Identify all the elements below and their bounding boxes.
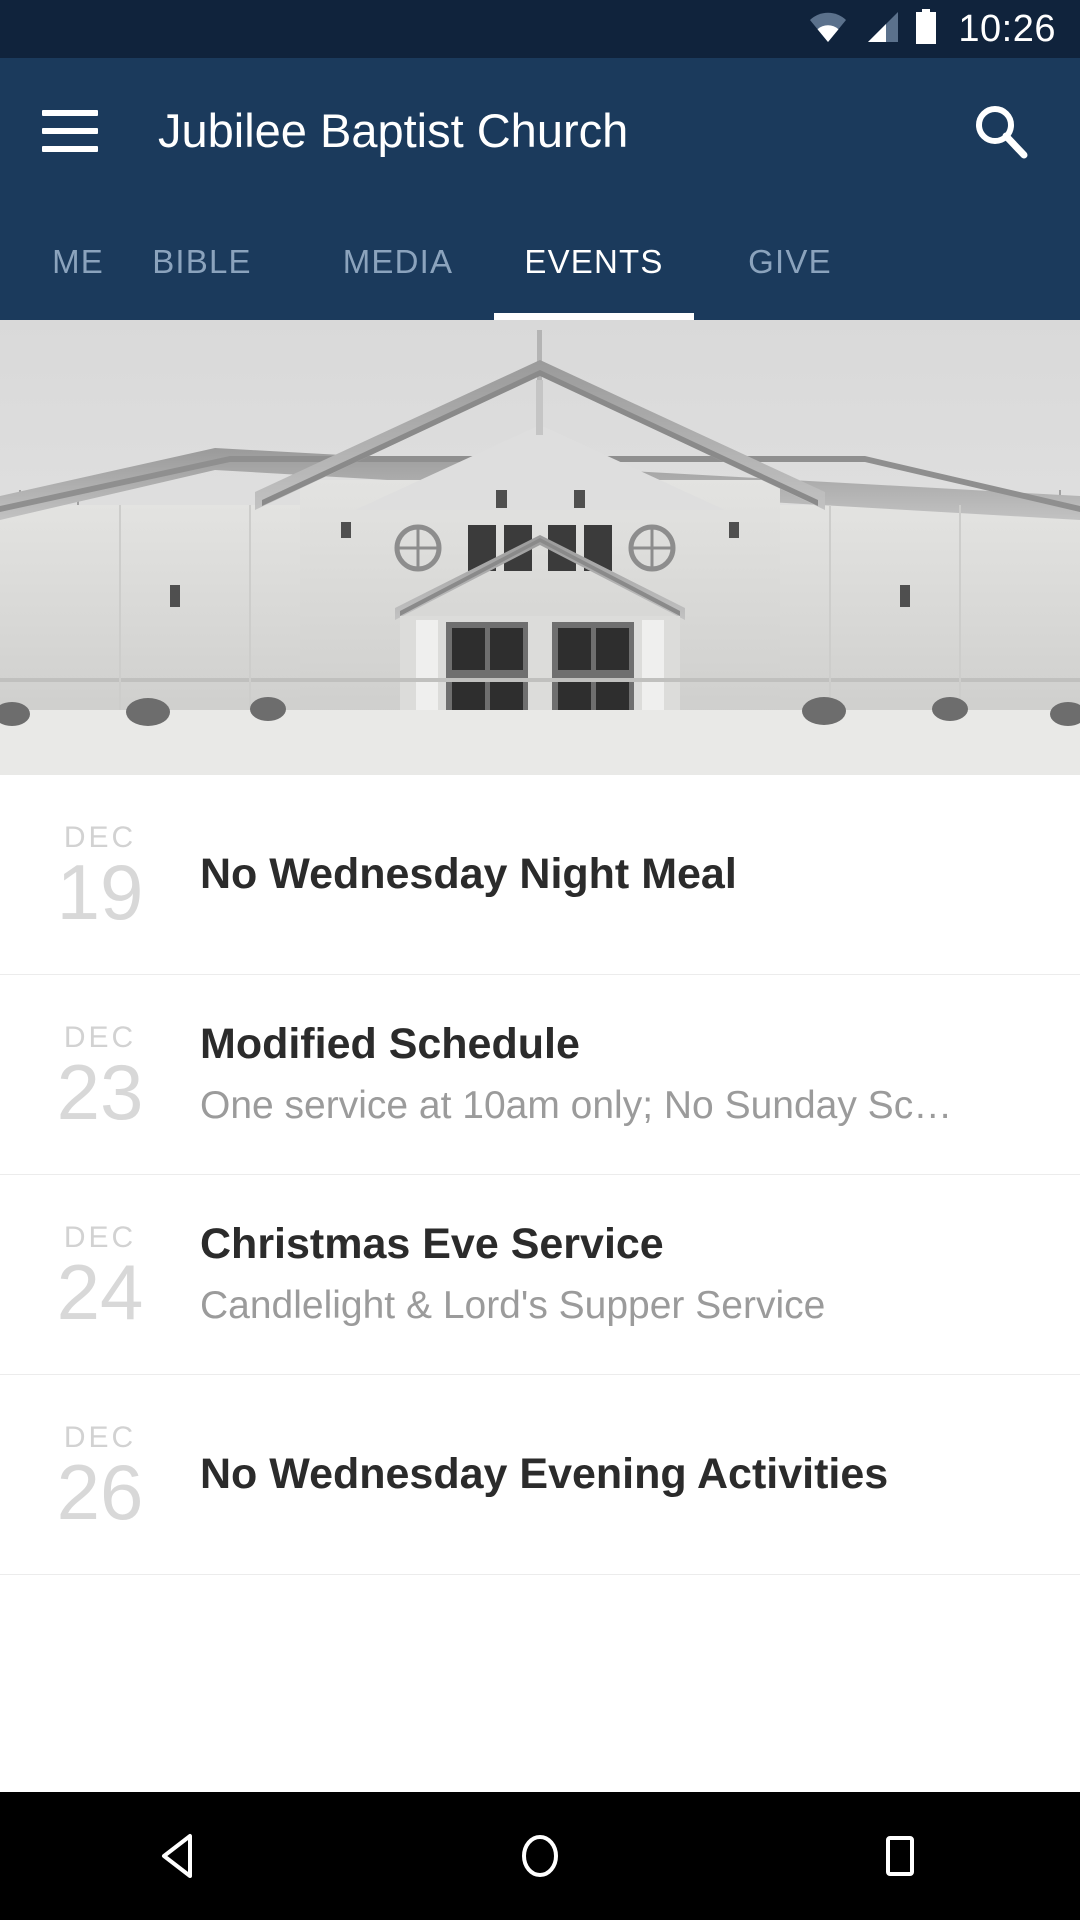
tab-bar: ME BIBLE MEDIA EVENTS GIVE [0,203,1080,320]
hero-image [0,320,1080,775]
tab-media-label: MEDIA [342,242,454,280]
page-title: Jubilee Baptist Church [158,104,629,157]
event-subtitle: One service at 10am only; No Sunday Sc… [200,1083,953,1127]
list-item[interactable]: DEC 23 Modified Schedule One service at … [0,975,1080,1175]
tab-home[interactable]: ME [0,203,104,320]
list-item[interactable]: DEC 24 Christmas Eve Service Candlelight… [0,1175,1080,1375]
status-bar-clock: 10:26 [958,7,1056,50]
event-subtitle: Candlelight & Lord's Supper Service [200,1283,826,1327]
event-date: DEC 19 [0,819,200,937]
event-title: Modified Schedule [200,1020,580,1069]
event-title: Christmas Eve Service [200,1220,664,1269]
list-item[interactable]: DEC 19 No Wednesday Night Meal [0,775,1080,975]
event-body: Modified Schedule One service at 10am on… [200,1020,1080,1128]
tab-indicator-active [494,313,694,320]
tab-events-label: EVENTS [524,242,664,280]
event-body: No Wednesday Evening Activities [200,1450,1080,1499]
event-date: DEC 24 [0,1219,200,1337]
event-body: Christmas Eve Service Candlelight & Lord… [200,1220,1080,1328]
cellular-signal-icon [862,10,900,49]
app-bar: Jubilee Baptist Church [0,58,1080,203]
tab-bible[interactable]: BIBLE [104,203,300,320]
event-body: No Wednesday Night Meal [200,850,1080,899]
app-root: 10:26 Jubilee Baptist Church ME BIBLE ME… [0,0,1080,1920]
android-navigation-bar [0,1792,1080,1920]
church-building-photo [0,320,1080,775]
hamburger-menu-icon[interactable] [42,109,98,152]
recents-square-icon[interactable] [810,1792,990,1920]
tab-media[interactable]: MEDIA [300,203,496,320]
event-title: No Wednesday Evening Activities [200,1449,889,1498]
battery-icon [914,8,938,50]
tab-give-label: GIVE [748,242,832,280]
home-circle-icon[interactable] [450,1792,630,1920]
event-date: DEC 26 [0,1419,200,1537]
search-icon[interactable] [964,94,1038,168]
wifi-icon [808,10,848,49]
tab-give[interactable]: GIVE [692,203,888,320]
event-title: No Wednesday Night Meal [200,849,737,898]
list-item[interactable]: DEC 26 No Wednesday Evening Activities [0,1375,1080,1575]
event-day: 24 [56,1248,144,1337]
event-day: 26 [56,1448,144,1537]
tab-home-label: ME [52,242,104,280]
status-bar: 10:26 [0,0,1080,58]
event-day: 19 [56,848,144,937]
back-triangle-icon[interactable] [90,1792,270,1920]
tab-bible-label: BIBLE [152,242,252,280]
tab-events[interactable]: EVENTS [494,203,694,320]
event-day: 23 [56,1048,144,1137]
event-date: DEC 23 [0,1019,200,1137]
event-list: DEC 19 No Wednesday Night Meal DEC 23 Mo… [0,775,1080,1575]
